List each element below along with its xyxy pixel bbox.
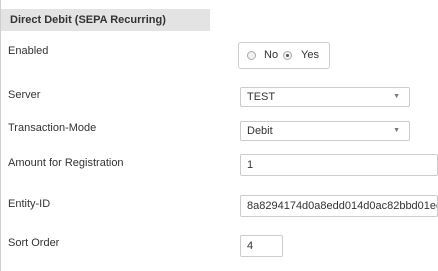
amount-registration-input[interactable]: 1	[240, 154, 438, 176]
enabled-yes-radio[interactable]	[283, 51, 292, 60]
sort-order-label: Sort Order	[8, 237, 60, 249]
server-select[interactable]: TEST ▼	[240, 87, 410, 107]
enabled-label: Enabled	[8, 45, 49, 57]
enabled-radio-group: No Yes	[238, 42, 330, 69]
sort-order-input[interactable]: 4	[240, 235, 283, 257]
transaction-mode-select-value: Debit	[247, 125, 273, 137]
entity-id-input[interactable]: 8a8294174d0a8edd014d0ac82bbd01ee	[240, 195, 438, 217]
enabled-no-label[interactable]: No	[264, 49, 278, 61]
chevron-down-icon: ▼	[393, 127, 400, 134]
enabled-no-radio[interactable]	[247, 51, 256, 60]
server-label: Server	[8, 89, 41, 101]
amount-registration-label: Amount for Registration	[8, 157, 124, 169]
entity-id-label: Entity-ID	[8, 198, 51, 210]
enabled-yes-label[interactable]: Yes	[301, 49, 319, 61]
left-border	[0, 0, 1, 271]
transaction-mode-label: Transaction-Mode	[8, 122, 97, 134]
transaction-mode-select[interactable]: Debit ▼	[240, 121, 410, 141]
section-header: Direct Debit (SEPA Recurring)	[1, 9, 210, 31]
server-select-value: TEST	[247, 91, 276, 103]
chevron-down-icon: ▼	[393, 93, 400, 100]
